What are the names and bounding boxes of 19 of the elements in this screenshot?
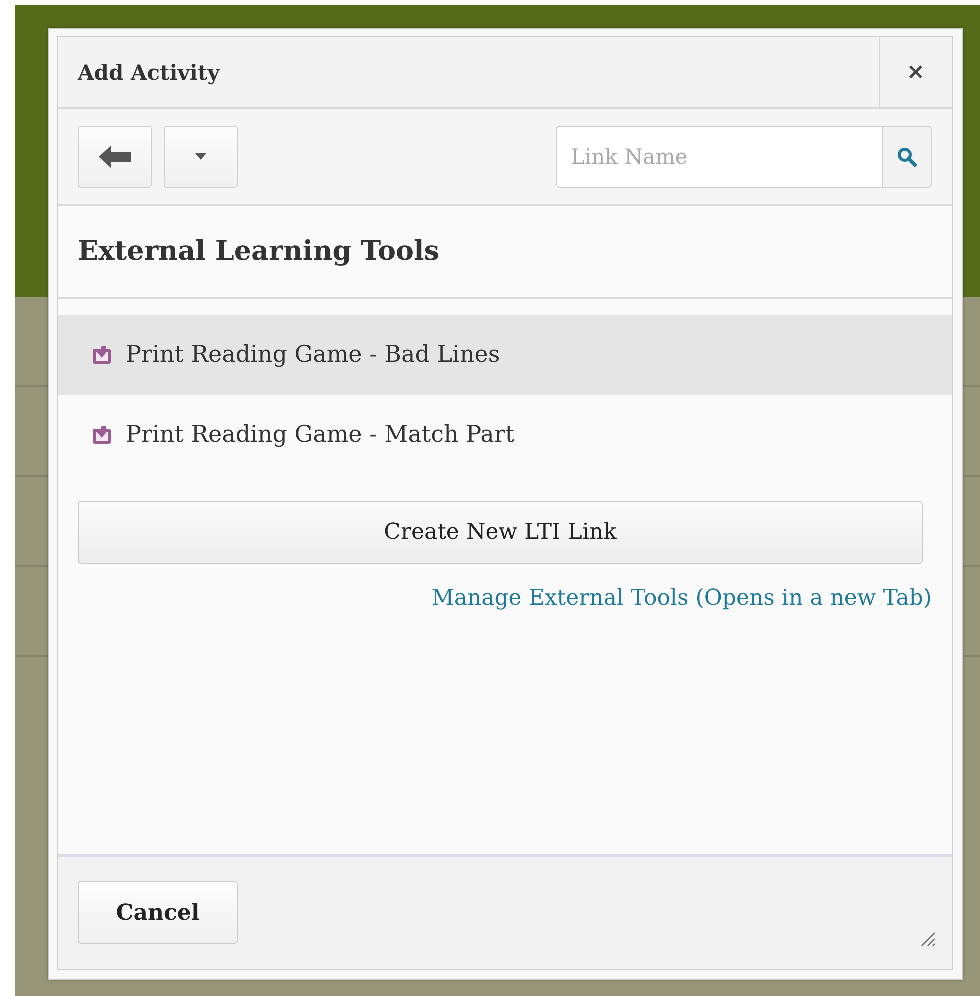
close-button[interactable]: × xyxy=(879,37,952,107)
search-button[interactable] xyxy=(882,126,932,188)
tool-list-item[interactable]: Print Reading Game - Bad Lines xyxy=(58,315,952,395)
cancel-button[interactable]: Cancel xyxy=(78,881,238,944)
tool-name: Print Reading Game - Match Part xyxy=(126,422,515,448)
dialog-title: Add Activity xyxy=(76,58,222,87)
left-arrow-icon xyxy=(99,146,131,168)
section-heading: External Learning Tools xyxy=(58,206,952,299)
back-button[interactable] xyxy=(78,126,152,188)
search-icon xyxy=(897,146,917,166)
tool-list-item[interactable]: Print Reading Game - Match Part xyxy=(58,395,952,475)
tool-name: Print Reading Game - Bad Lines xyxy=(126,342,500,368)
tool-icon xyxy=(92,425,112,445)
caret-icon xyxy=(195,153,207,160)
manage-tools-link[interactable]: Manage External Tools (Opens in a new Tab) xyxy=(432,586,932,611)
tool-icon xyxy=(92,345,112,365)
resize-grip-icon[interactable] xyxy=(920,931,936,947)
search-field[interactable]: Link Name xyxy=(556,126,882,188)
create-link-button[interactable]: Create New LTI Link xyxy=(78,501,923,564)
